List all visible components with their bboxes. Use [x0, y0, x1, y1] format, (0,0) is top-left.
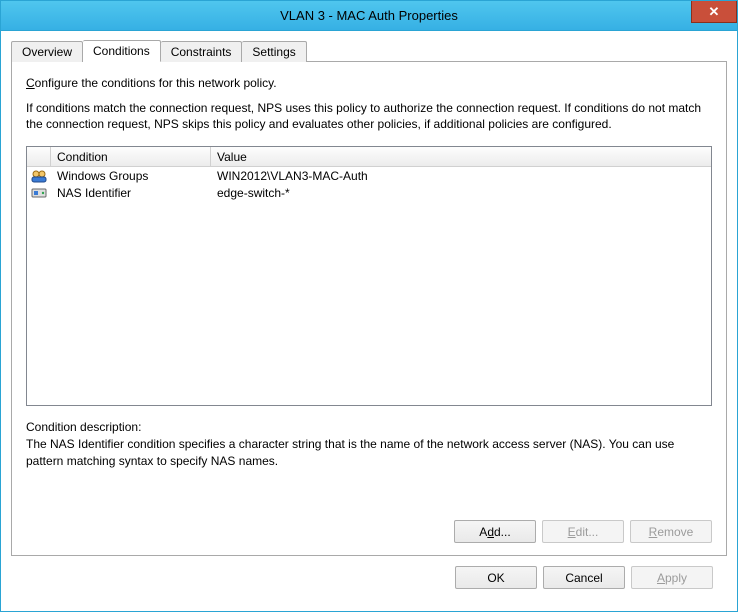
- header-value[interactable]: Value: [211, 147, 711, 166]
- edit-button: Edit...: [542, 520, 624, 543]
- ok-button-label: OK: [487, 571, 504, 585]
- tab-constraints[interactable]: Constraints: [161, 41, 243, 62]
- title-bar: VLAN 3 - MAC Auth Properties ✕: [1, 1, 737, 31]
- condition-description-area: Condition description: The NAS Identifie…: [26, 420, 712, 484]
- intro-line-2: If conditions match the connection reque…: [26, 100, 712, 132]
- conditions-list-header: Condition Value: [27, 147, 711, 167]
- window-title: VLAN 3 - MAC Auth Properties: [1, 8, 737, 23]
- cell-value: edge-switch-*: [211, 186, 711, 200]
- intro-mnemonic: C: [26, 76, 35, 90]
- header-condition[interactable]: Condition: [51, 147, 211, 166]
- cell-condition: NAS Identifier: [51, 186, 211, 200]
- tab-settings-label: Settings: [252, 45, 295, 59]
- header-icon[interactable]: [27, 147, 51, 166]
- cancel-button[interactable]: Cancel: [543, 566, 625, 589]
- tab-panel-conditions: Configure the conditions for this networ…: [11, 61, 727, 556]
- tab-settings[interactable]: Settings: [242, 41, 306, 62]
- table-row[interactable]: NAS Identifier edge-switch-*: [27, 184, 711, 201]
- tab-strip: Overview Conditions Constraints Settings: [11, 39, 727, 61]
- tab-constraints-label: Constraints: [171, 45, 232, 59]
- table-row[interactable]: Windows Groups WIN2012\VLAN3-MAC-Auth: [27, 167, 711, 184]
- condition-buttons-row: Add... Edit... Remove: [26, 520, 712, 543]
- conditions-list[interactable]: Condition Value Windows Groups WIN2012\V…: [26, 146, 712, 406]
- client-area: Overview Conditions Constraints Settings…: [1, 31, 737, 611]
- close-icon: ✕: [709, 4, 720, 20]
- intro-line-1: Configure the conditions for this networ…: [26, 76, 712, 90]
- apply-button: Apply: [631, 566, 713, 589]
- condition-description-label: Condition description:: [26, 420, 712, 434]
- groups-icon: [27, 168, 51, 184]
- cancel-button-label: Cancel: [565, 571, 602, 585]
- nas-icon: [27, 185, 51, 201]
- remove-button: Remove: [630, 520, 712, 543]
- condition-description-text: The NAS Identifier condition specifies a…: [26, 436, 712, 468]
- intro-line-1-rest: onfigure the conditions for this network…: [35, 76, 277, 90]
- ok-button[interactable]: OK: [455, 566, 537, 589]
- dialog-buttons-row: OK Cancel Apply: [11, 556, 727, 601]
- add-button[interactable]: Add...: [454, 520, 536, 543]
- properties-dialog: VLAN 3 - MAC Auth Properties ✕ Overview …: [0, 0, 738, 612]
- cell-condition: Windows Groups: [51, 169, 211, 183]
- tab-overview-label: Overview: [22, 45, 72, 59]
- close-button[interactable]: ✕: [691, 1, 737, 23]
- cell-value: WIN2012\VLAN3-MAC-Auth: [211, 169, 711, 183]
- tab-overview[interactable]: Overview: [11, 41, 83, 62]
- tab-conditions[interactable]: Conditions: [83, 40, 161, 62]
- conditions-list-body: Windows Groups WIN2012\VLAN3-MAC-Auth NA…: [27, 167, 711, 405]
- tab-conditions-label: Conditions: [93, 44, 150, 58]
